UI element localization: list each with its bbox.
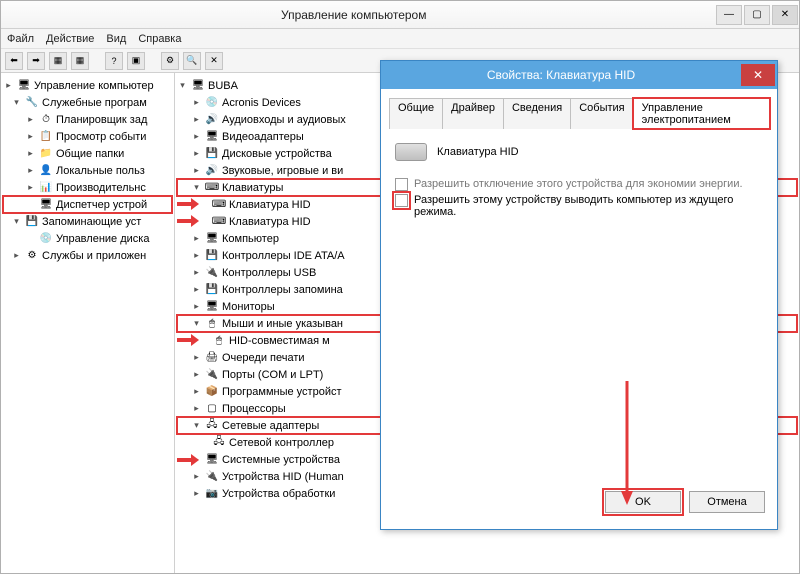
close-button[interactable]: ✕ (772, 5, 798, 25)
tree-item[interactable]: ▾🔧Служебные програм (3, 94, 172, 111)
device-name: Клавиатура HID (437, 146, 519, 158)
tab-events[interactable]: События (570, 98, 633, 129)
tb-7[interactable]: ✕ (205, 52, 223, 70)
maximize-button[interactable]: ▢ (744, 5, 770, 25)
tree-item[interactable]: ▸⏱Планировщик зад (3, 111, 172, 128)
tree-item[interactable]: ▸📊Производительнс (3, 179, 172, 196)
tree-item[interactable]: ▸⚙Службы и приложен (3, 247, 172, 264)
option-allow-wake: Разрешить этому устройству выводить комп… (395, 194, 763, 218)
ok-button[interactable]: OK (605, 491, 681, 513)
tree-root[interactable]: ▸🖥Управление компьютер (3, 77, 172, 94)
dialog-tabs: Общие Драйвер Сведения События Управлени… (389, 97, 769, 129)
tree-item[interactable]: ▸📁Общие папки (3, 145, 172, 162)
titlebar: Управление компьютером — ▢ ✕ (1, 1, 799, 29)
window-title: Управление компьютером (181, 8, 715, 22)
tab-power-management[interactable]: Управление электропитанием (633, 98, 770, 129)
keyboard-icon (395, 143, 427, 161)
dialog-close-button[interactable]: ✕ (741, 64, 775, 86)
tb-1[interactable]: ▦ (49, 52, 67, 70)
tb-2[interactable]: ▦ (71, 52, 89, 70)
checkbox-allow-turnoff (395, 178, 408, 191)
menu-file[interactable]: Файл (7, 33, 34, 45)
menu-help[interactable]: Справка (138, 33, 181, 45)
tree-item[interactable]: ▾💾Запоминающие уст (3, 213, 172, 230)
properties-dialog: Свойства: Клавиатура HID ✕ Общие Драйвер… (380, 60, 778, 530)
tb-4[interactable]: ▣ (127, 52, 145, 70)
tb-6[interactable]: 🔍 (183, 52, 201, 70)
menu-view[interactable]: Вид (106, 33, 126, 45)
minimize-button[interactable]: — (716, 5, 742, 25)
device-header: Клавиатура HID (389, 129, 769, 169)
tab-general[interactable]: Общие (389, 98, 443, 129)
tree-item[interactable]: ▸👤Локальные польз (3, 162, 172, 179)
menubar: Файл Действие Вид Справка (1, 29, 799, 49)
tree-item[interactable]: 💿Управление диска (3, 230, 172, 247)
tab-details[interactable]: Сведения (503, 98, 571, 129)
back-button[interactable]: ⬅ (5, 52, 23, 70)
fwd-button[interactable]: ➡ (27, 52, 45, 70)
left-tree: ▸🖥Управление компьютер ▾🔧Служебные прогр… (1, 73, 175, 573)
dialog-title: Свойства: Клавиатура HID (381, 68, 741, 82)
menu-action[interactable]: Действие (46, 33, 94, 45)
cancel-button[interactable]: Отмена (689, 491, 765, 513)
tb-3[interactable]: ? (105, 52, 123, 70)
tree-item[interactable]: ▸📋Просмотр событи (3, 128, 172, 145)
dialog-titlebar: Свойства: Клавиатура HID ✕ (381, 61, 777, 89)
option-allow-turnoff: Разрешить отключение этого устройства дл… (395, 178, 763, 191)
tb-5[interactable]: ⚙ (161, 52, 179, 70)
tab-driver[interactable]: Драйвер (442, 98, 504, 129)
checkbox-allow-wake[interactable] (395, 194, 408, 207)
tree-device-manager[interactable]: 🖥Диспетчер устрой (3, 196, 172, 213)
